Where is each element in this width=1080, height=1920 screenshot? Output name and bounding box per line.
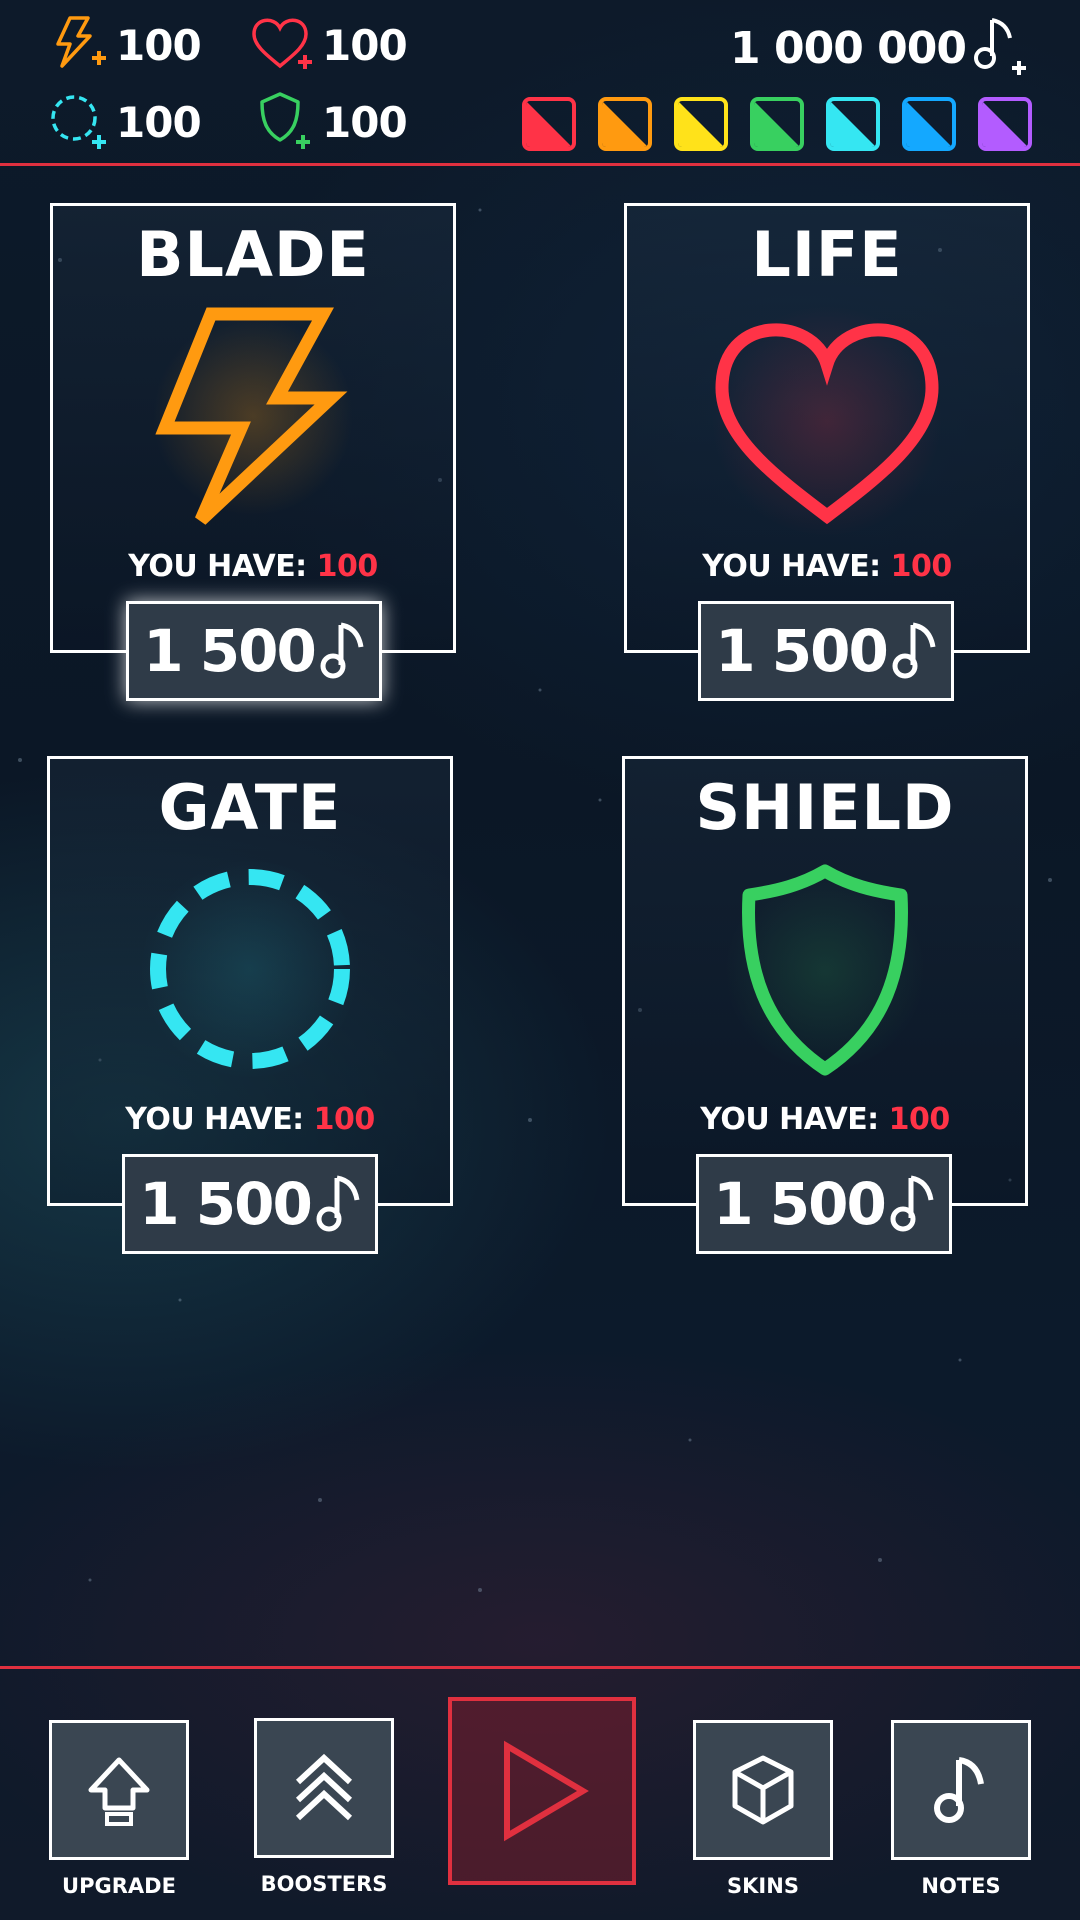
- gem-blue[interactable]: [902, 97, 956, 151]
- gem-icon: [830, 101, 876, 147]
- gate-counter[interactable]: 100: [48, 90, 202, 154]
- music-note-icon: [892, 622, 936, 679]
- shield-count: 100: [322, 97, 408, 147]
- gem-green[interactable]: [750, 97, 804, 151]
- buy-life-button[interactable]: 1 500: [698, 601, 954, 701]
- color-gems: [522, 97, 1032, 151]
- price-value: 1 500: [713, 1170, 887, 1238]
- upgrade-button[interactable]: [49, 1720, 189, 1860]
- booster-title: GATE: [158, 771, 342, 844]
- music-note-icon: [316, 1175, 360, 1232]
- gem-yellow[interactable]: [674, 97, 728, 151]
- music-note-icon: [320, 622, 364, 679]
- wallet-balance: 1 000 000: [730, 22, 967, 74]
- boosters-button[interactable]: [254, 1718, 394, 1858]
- buy-shield-button[interactable]: 1 500: [696, 1154, 952, 1254]
- gem-icon: [906, 101, 952, 147]
- gem-red[interactable]: [522, 97, 576, 151]
- booster-title: BLADE: [136, 218, 370, 291]
- music-note-icon: [890, 1175, 934, 1232]
- shield-counter[interactable]: 100: [258, 90, 408, 154]
- lightning-icon: [153, 307, 353, 525]
- top-divider: [0, 163, 1080, 166]
- chevrons-up-icon: [295, 1753, 353, 1821]
- booster-owned: YOU HAVE: 100: [50, 1102, 450, 1137]
- bottom-divider: [0, 1666, 1080, 1669]
- booster-card-life[interactable]: LIFE YOU HAVE: 100: [624, 203, 1030, 653]
- price-value: 1 500: [139, 1170, 313, 1238]
- owned-count: 100: [316, 549, 379, 584]
- booster-owned: YOU HAVE: 100: [53, 549, 453, 584]
- booster-owned: YOU HAVE: 100: [625, 1102, 1025, 1137]
- gate-count: 100: [116, 97, 202, 147]
- booster-card-gate[interactable]: GATE YOU HAVE: 100: [47, 756, 453, 1206]
- gem-icon: [754, 101, 800, 147]
- you-have-label: YOU HAVE:: [700, 1102, 879, 1137]
- you-have-label: YOU HAVE:: [125, 1102, 304, 1137]
- owned-count: 100: [888, 1102, 951, 1137]
- top-bar: 100 100 100 100 1 000 000: [0, 0, 1080, 165]
- upgrade-label: UPGRADE: [62, 1874, 176, 1898]
- play-icon: [504, 1740, 589, 1842]
- notes-wallet[interactable]: 1 000 000: [730, 16, 1032, 80]
- play-button[interactable]: [448, 1697, 636, 1885]
- owned-count: 100: [313, 1102, 376, 1137]
- booster-card-shield[interactable]: SHIELD YOU HAVE: 100: [622, 756, 1028, 1206]
- music-note-plus-icon: [974, 18, 1026, 75]
- gem-icon: [526, 101, 572, 147]
- price-value: 1 500: [143, 617, 317, 685]
- price-value: 1 500: [715, 617, 889, 685]
- shield-icon: [725, 864, 925, 1076]
- dashed-circle-icon: [140, 859, 360, 1079]
- heart-plus-icon: [252, 18, 312, 69]
- life-count: 100: [322, 20, 408, 70]
- boosters-label: BOOSTERS: [260, 1872, 388, 1896]
- skins-button[interactable]: [693, 1720, 833, 1860]
- you-have-label: YOU HAVE:: [128, 549, 307, 584]
- cube-icon: [732, 1755, 794, 1825]
- gem-icon: [982, 101, 1028, 147]
- buy-blade-button[interactable]: 1 500: [126, 601, 382, 701]
- notes-label: NOTES: [921, 1874, 1001, 1898]
- gem-icon: [678, 101, 724, 147]
- blade-count: 100: [116, 20, 202, 70]
- shield-plus-icon: [260, 92, 310, 149]
- buy-gate-button[interactable]: 1 500: [122, 1154, 378, 1254]
- life-counter[interactable]: 100: [250, 14, 408, 76]
- gem-cyan[interactable]: [826, 97, 880, 151]
- owned-count: 100: [890, 549, 953, 584]
- booster-title: SHIELD: [695, 771, 955, 844]
- notes-button[interactable]: [891, 1720, 1031, 1860]
- gem-purple[interactable]: [978, 97, 1032, 151]
- gem-icon: [602, 101, 648, 147]
- up-arrow-icon: [88, 1757, 150, 1826]
- lightning-plus-icon: [56, 16, 106, 68]
- booster-owned: YOU HAVE: 100: [627, 549, 1027, 584]
- you-have-label: YOU HAVE:: [702, 549, 881, 584]
- booster-card-blade[interactable]: BLADE YOU HAVE: 100: [50, 203, 456, 653]
- booster-title: LIFE: [751, 218, 903, 291]
- dashed-circle-plus-icon: [51, 95, 106, 149]
- blade-counter[interactable]: 100: [48, 14, 202, 76]
- music-note-icon: [934, 1757, 984, 1823]
- gem-orange[interactable]: [598, 97, 652, 151]
- heart-icon: [712, 306, 942, 536]
- skins-label: SKINS: [727, 1874, 799, 1898]
